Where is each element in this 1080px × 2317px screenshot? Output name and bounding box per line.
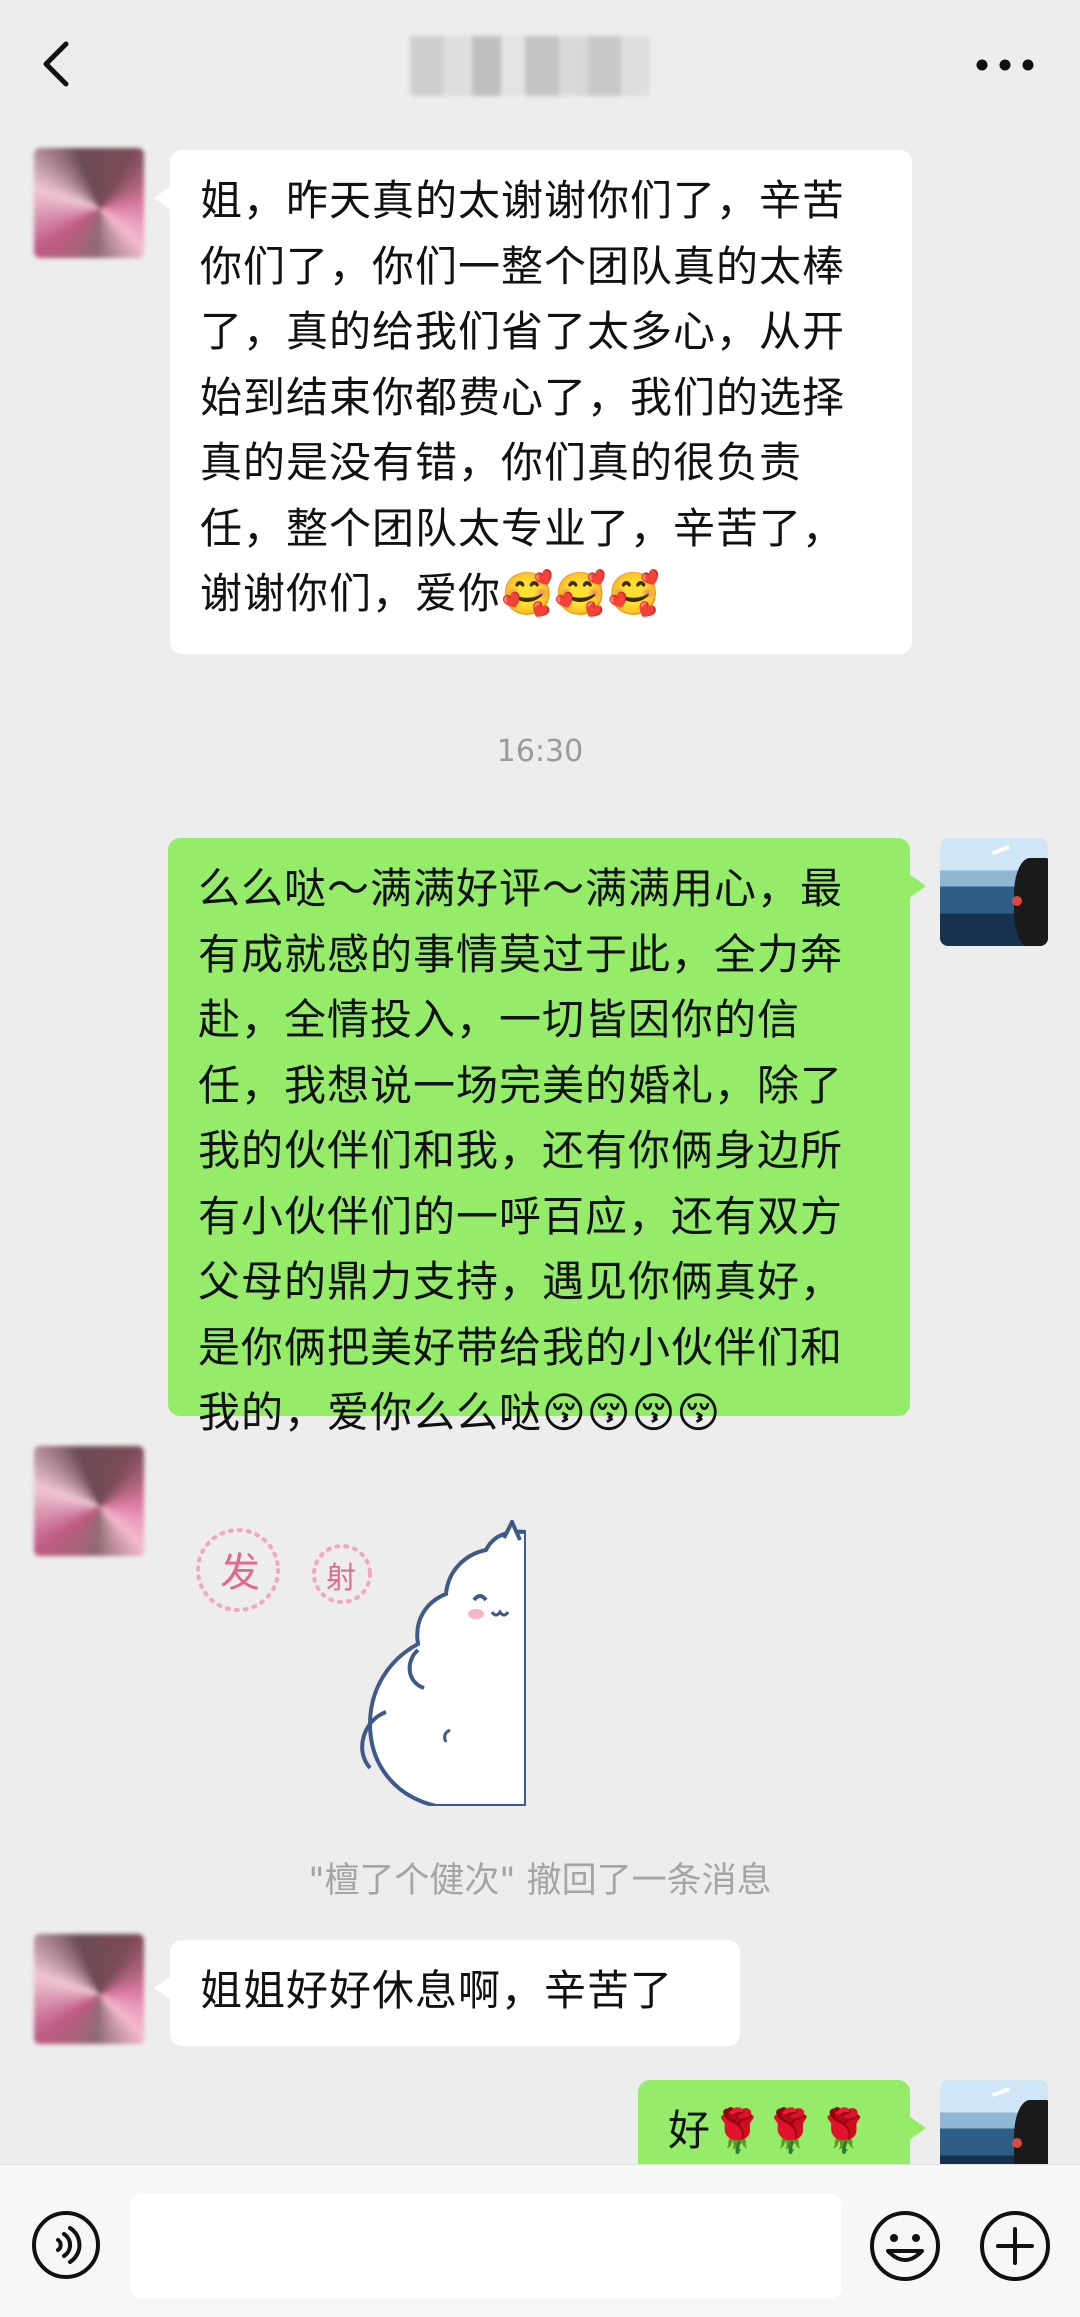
message-input[interactable] — [130, 2193, 842, 2299]
timestamp: 16:30 — [496, 734, 584, 769]
message-bubble-incoming[interactable]: 姐，昨天真的太谢谢你们了，辛苦你们了，你们一整个团队真的太棒了，真的给我们省了太… — [154, 150, 912, 654]
plus-icon — [980, 2211, 1050, 2281]
sticker-image[interactable]: 发 射 — [174, 1517, 528, 1808]
message-text: 姐，昨天真的太谢谢你们了，辛苦你们了，你们一整个团队真的太棒了，真的给我们省了太… — [200, 176, 846, 618]
emoji-button[interactable] — [868, 2209, 942, 2283]
input-bar — [0, 2164, 1080, 2317]
chat-title-blurred — [410, 36, 650, 96]
sticker-text-1: 发 — [220, 1550, 260, 1596]
avatar[interactable] — [34, 1446, 144, 1556]
avatar[interactable] — [34, 148, 144, 258]
plus-button[interactable] — [978, 2209, 1052, 2283]
more-dots-icon — [976, 59, 1034, 71]
message-bubble-incoming[interactable]: 姐姐好好休息啊，辛苦了 — [154, 1940, 740, 2046]
message-text: 好🌹🌹🌹 — [668, 2106, 871, 2155]
message-bubble-outgoing[interactable]: 么么哒～满满好评～满满用心，最有成就感的事情莫过于此，全力奔赴，全情投入，一切皆… — [168, 838, 926, 1437]
my-avatar[interactable] — [940, 838, 1048, 946]
voice-icon — [32, 2211, 100, 2279]
voice-button[interactable] — [30, 2209, 102, 2281]
emoji-icon — [870, 2211, 940, 2281]
more-button[interactable] — [968, 40, 1042, 90]
sticker-text-2: 射 — [326, 1561, 356, 1596]
top-bar — [0, 0, 1080, 132]
back-button[interactable] — [22, 30, 92, 100]
message-text: 么么哒～满满好评～满满用心，最有成就感的事情莫过于此，全力奔赴，全情投入，一切皆… — [198, 864, 844, 1437]
recall-notice: "檀了个健次" 撤回了一条消息 — [308, 1861, 772, 1901]
chevron-left-icon — [43, 41, 69, 87]
avatar[interactable] — [34, 1934, 144, 2044]
message-text: 姐姐好好休息啊，辛苦了 — [200, 1966, 674, 2015]
